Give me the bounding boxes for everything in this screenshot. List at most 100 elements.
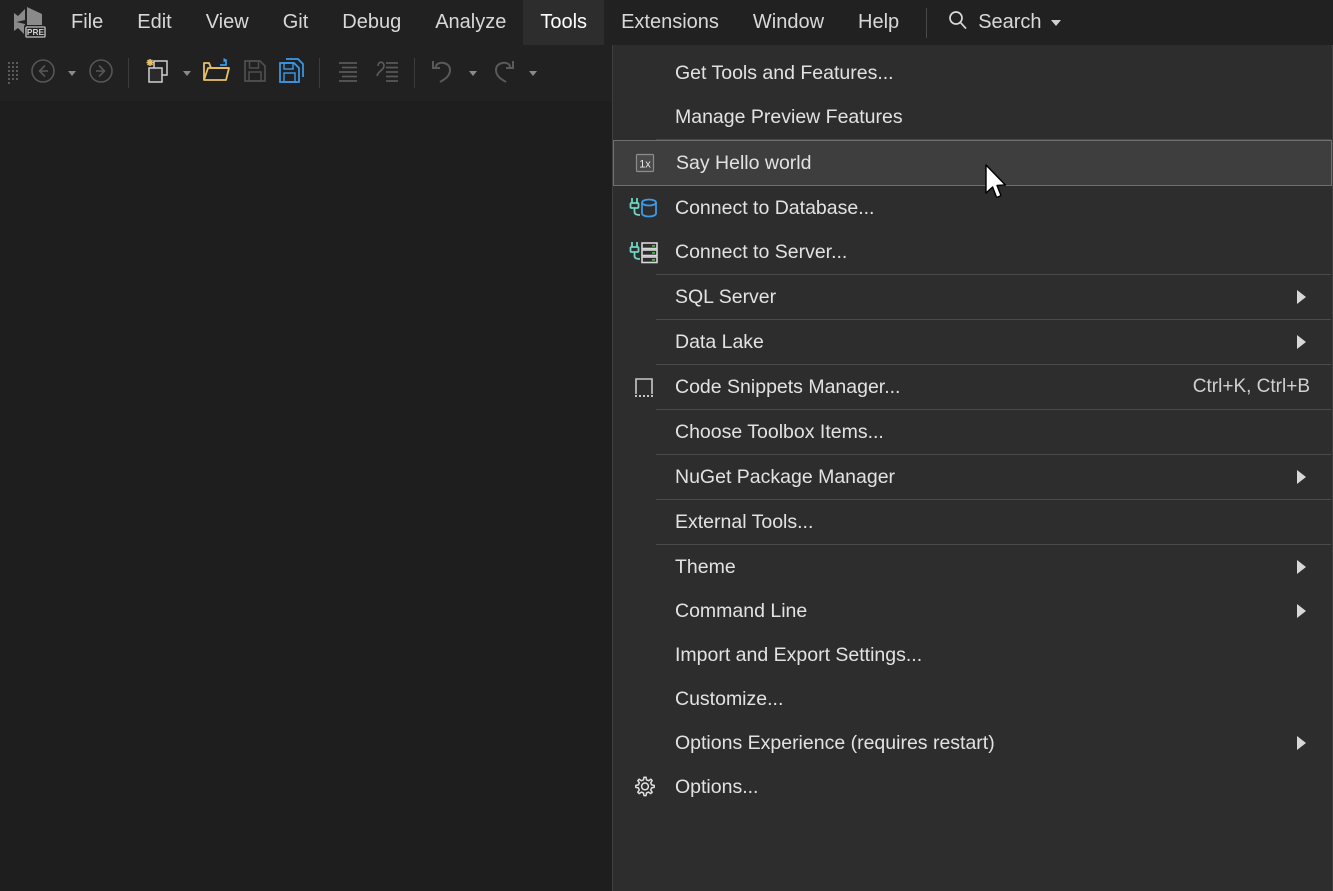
chevron-down-icon xyxy=(68,71,76,76)
menu-item-choose-toolbox-items[interactable]: Choose Toolbox Items... xyxy=(613,410,1332,454)
uncomment-lines-button[interactable] xyxy=(366,51,406,95)
new-project-icon xyxy=(142,56,172,91)
menubar-item-debug[interactable]: Debug xyxy=(325,0,418,45)
menu-item-label: Get Tools and Features... xyxy=(675,62,1332,85)
save-all-button[interactable] xyxy=(273,51,311,95)
navigate-backward-dropdown[interactable] xyxy=(62,51,82,95)
save-icon xyxy=(242,58,268,89)
menubar-divider xyxy=(926,8,927,38)
open-file-button[interactable] xyxy=(197,51,237,95)
extension-1x-icon: 1x xyxy=(614,141,676,185)
menu-item-code-snippets-manager[interactable]: Code Snippets Manager... Ctrl+K, Ctrl+B xyxy=(613,365,1332,409)
menu-item-theme[interactable]: Theme xyxy=(613,545,1332,589)
menu-item-label: NuGet Package Manager xyxy=(675,466,1297,489)
menu-item-label: Customize... xyxy=(675,688,1332,711)
redo-icon xyxy=(488,57,518,90)
svg-text:PRE: PRE xyxy=(27,27,45,37)
submenu-arrow-icon xyxy=(1297,470,1306,484)
menu-item-options[interactable]: Options... xyxy=(613,765,1332,809)
menubar-item-label: Extensions xyxy=(621,11,719,34)
save-button[interactable] xyxy=(237,51,273,95)
menu-item-label: Data Lake xyxy=(675,331,1297,354)
connect-database-icon xyxy=(613,186,675,230)
menu-item-icon-slot xyxy=(613,677,675,721)
menubar-item-label: View xyxy=(206,11,249,34)
menu-item-icon-slot xyxy=(613,95,675,139)
visual-studio-window: PRE File Edit View Git Debug Analyze Too… xyxy=(0,0,1333,891)
menubar-item-analyze[interactable]: Analyze xyxy=(418,0,523,45)
menu-item-label: Connect to Server... xyxy=(675,241,1332,264)
undo-button[interactable] xyxy=(423,51,463,95)
menu-item-command-line[interactable]: Command Line xyxy=(613,589,1332,633)
toolbar-drag-handle[interactable] xyxy=(8,58,20,88)
standard-toolbar xyxy=(0,45,612,101)
new-project-dropdown[interactable] xyxy=(177,51,197,95)
menubar-item-label: Debug xyxy=(342,11,401,34)
gear-icon xyxy=(613,765,675,809)
save-all-icon xyxy=(278,57,306,90)
menu-item-icon-slot xyxy=(613,545,675,589)
menu-item-label: Manage Preview Features xyxy=(675,106,1332,129)
tools-dropdown-menu: Get Tools and Features... Manage Preview… xyxy=(612,45,1333,891)
navigate-backward-button[interactable] xyxy=(24,51,62,95)
menu-item-data-lake[interactable]: Data Lake xyxy=(613,320,1332,364)
submenu-arrow-icon xyxy=(1297,290,1306,304)
search-label: Search xyxy=(978,11,1041,34)
navigate-forward-button[interactable] xyxy=(82,51,120,95)
menu-item-label: Theme xyxy=(675,556,1297,579)
menu-item-label: Options... xyxy=(675,776,1332,799)
search-box[interactable]: Search xyxy=(937,0,1070,45)
menubar-item-label: Git xyxy=(283,11,309,34)
menu-item-connect-to-database[interactable]: Connect to Database... xyxy=(613,186,1332,230)
menu-item-icon-slot xyxy=(613,275,675,319)
menu-item-customize[interactable]: Customize... xyxy=(613,677,1332,721)
menubar-item-extensions[interactable]: Extensions xyxy=(604,0,736,45)
menu-item-connect-to-server[interactable]: Connect to Server... xyxy=(613,230,1332,274)
menu-item-options-experience[interactable]: Options Experience (requires restart) xyxy=(613,721,1332,765)
menu-item-label: Code Snippets Manager... xyxy=(675,376,1193,399)
menu-item-external-tools[interactable]: External Tools... xyxy=(613,500,1332,544)
menu-item-get-tools-and-features[interactable]: Get Tools and Features... xyxy=(613,51,1332,95)
menubar-item-label: Help xyxy=(858,11,899,34)
menu-item-label: External Tools... xyxy=(675,511,1332,534)
mouse-pointer-icon xyxy=(984,164,1010,204)
submenu-arrow-icon xyxy=(1297,335,1306,349)
menubar-item-label: File xyxy=(71,11,103,34)
menubar-item-view[interactable]: View xyxy=(189,0,266,45)
connect-server-icon xyxy=(613,230,675,274)
menubar-item-label: Tools xyxy=(540,11,587,34)
menubar-item-tools[interactable]: Tools xyxy=(523,0,604,45)
menu-item-say-hello-world[interactable]: 1x Say Hello world xyxy=(613,140,1332,186)
svg-text:1x: 1x xyxy=(639,159,651,171)
toolbar-divider xyxy=(414,58,415,88)
toolbar-divider xyxy=(319,58,320,88)
menubar-item-help[interactable]: Help xyxy=(841,0,916,45)
redo-dropdown[interactable] xyxy=(523,51,543,95)
menu-item-label: SQL Server xyxy=(675,286,1297,309)
menubar-item-window[interactable]: Window xyxy=(736,0,841,45)
submenu-arrow-icon xyxy=(1297,604,1306,618)
search-icon xyxy=(947,9,969,36)
menu-item-icon-slot xyxy=(613,410,675,454)
redo-button[interactable] xyxy=(483,51,523,95)
menubar-item-git[interactable]: Git xyxy=(266,0,326,45)
menu-item-icon-slot xyxy=(613,500,675,544)
menu-item-icon-slot xyxy=(613,51,675,95)
undo-dropdown[interactable] xyxy=(463,51,483,95)
menu-item-sql-server[interactable]: SQL Server xyxy=(613,275,1332,319)
menubar-item-edit[interactable]: Edit xyxy=(120,0,188,45)
comment-lines-button[interactable] xyxy=(328,51,366,95)
menu-item-icon-slot xyxy=(613,455,675,499)
menu-item-manage-preview-features[interactable]: Manage Preview Features xyxy=(613,95,1332,139)
menu-bar: PRE File Edit View Git Debug Analyze Too… xyxy=(0,0,1333,45)
toolbar-divider xyxy=(128,58,129,88)
menu-item-label: Command Line xyxy=(675,600,1297,623)
menu-item-icon-slot xyxy=(613,320,675,364)
new-project-button[interactable] xyxy=(137,51,177,95)
menubar-item-file[interactable]: File xyxy=(54,0,120,45)
menu-item-import-and-export-settings[interactable]: Import and Export Settings... xyxy=(613,633,1332,677)
chevron-down-icon[interactable] xyxy=(1051,20,1061,26)
menu-item-nuget-package-manager[interactable]: NuGet Package Manager xyxy=(613,455,1332,499)
undo-icon xyxy=(428,57,458,90)
menu-item-label: Import and Export Settings... xyxy=(675,644,1332,667)
